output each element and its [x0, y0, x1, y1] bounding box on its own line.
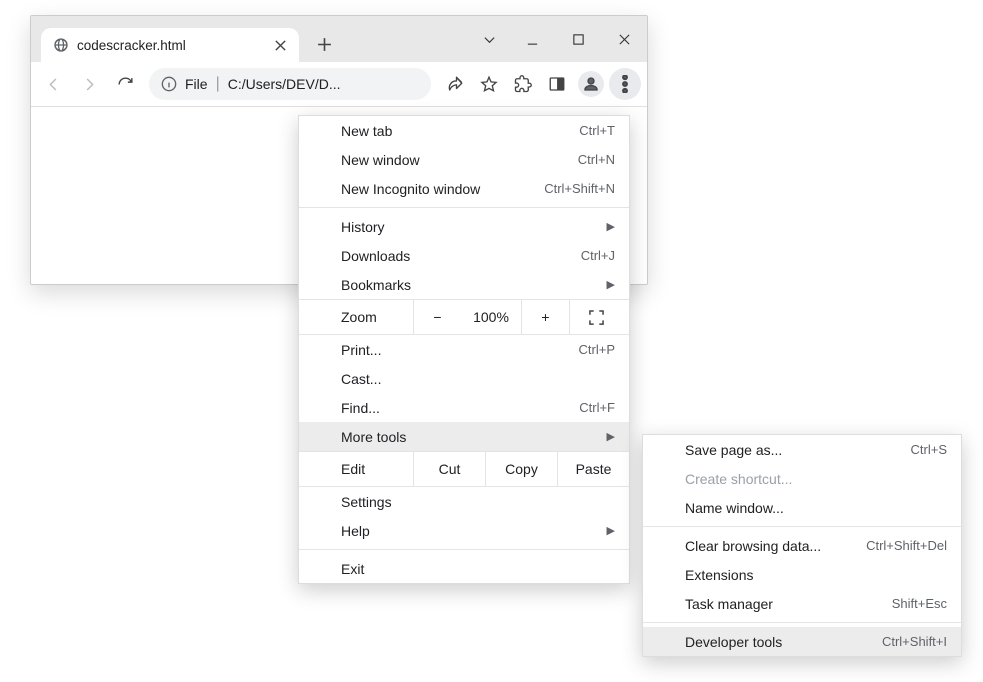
- extensions-button[interactable]: [507, 68, 539, 100]
- titlebar: codescracker.html: [31, 16, 647, 62]
- toolbar-right: [439, 68, 641, 100]
- edit-paste-button[interactable]: Paste: [557, 452, 629, 486]
- menu-downloads[interactable]: Downloads Ctrl+J: [299, 241, 629, 270]
- submenu-developer-tools[interactable]: Developer tools Ctrl+Shift+I: [643, 627, 961, 656]
- side-panel-icon: [548, 75, 566, 93]
- person-icon: [582, 75, 600, 93]
- reload-icon: [116, 75, 135, 94]
- fullscreen-icon: [589, 310, 604, 325]
- three-dots-icon: [616, 75, 634, 93]
- url-separator: |: [216, 75, 220, 93]
- chevron-down-button[interactable]: [469, 16, 509, 62]
- maximize-icon: [572, 33, 585, 46]
- menu-history[interactable]: History ▶: [299, 212, 629, 241]
- submenu-arrow-icon: ▶: [607, 278, 615, 291]
- menu-exit[interactable]: Exit: [299, 554, 629, 583]
- profile-button[interactable]: [575, 68, 607, 100]
- side-panel-button[interactable]: [541, 68, 573, 100]
- info-icon: [161, 76, 177, 92]
- menu-zoom: Zoom − 100% +: [299, 299, 629, 335]
- address-bar[interactable]: File | C:/Users/DEV/D...: [149, 68, 431, 100]
- menu-separator: [299, 549, 629, 550]
- close-icon: [274, 39, 287, 52]
- menu-separator: [643, 622, 961, 623]
- share-button[interactable]: [439, 68, 471, 100]
- forward-arrow-icon: [80, 75, 99, 94]
- tab-title: codescracker.html: [77, 38, 263, 53]
- submenu-extensions[interactable]: Extensions: [643, 560, 961, 589]
- globe-icon: [53, 37, 69, 53]
- back-button[interactable]: [37, 68, 69, 100]
- toolbar: File | C:/Users/DEV/D...: [31, 62, 647, 107]
- more-tools-submenu: Save page as... Ctrl+S Create shortcut..…: [642, 434, 962, 657]
- menu-print[interactable]: Print... Ctrl+P: [299, 335, 629, 364]
- zoom-out-button[interactable]: −: [413, 300, 461, 334]
- menu-more-tools[interactable]: More tools ▶: [299, 422, 629, 451]
- menu-bookmarks[interactable]: Bookmarks ▶: [299, 270, 629, 299]
- submenu-arrow-icon: ▶: [607, 430, 615, 443]
- chrome-menu: New tab Ctrl+T New window Ctrl+N New Inc…: [298, 115, 630, 584]
- chevron-down-icon: [483, 33, 496, 46]
- plus-icon: [317, 37, 332, 52]
- menu-new-window[interactable]: New window Ctrl+N: [299, 145, 629, 174]
- menu-new-tab[interactable]: New tab Ctrl+T: [299, 116, 629, 145]
- puzzle-icon: [514, 75, 532, 93]
- reload-button[interactable]: [109, 68, 141, 100]
- window-controls: [469, 16, 647, 62]
- forward-button[interactable]: [73, 68, 105, 100]
- submenu-create-shortcut: Create shortcut...: [643, 464, 961, 493]
- zoom-label: Zoom: [299, 309, 413, 325]
- menu-new-incognito[interactable]: New Incognito window Ctrl+Shift+N: [299, 174, 629, 203]
- new-tab-button[interactable]: [311, 31, 337, 57]
- minimize-button[interactable]: [509, 16, 555, 62]
- submenu-save-page[interactable]: Save page as... Ctrl+S: [643, 435, 961, 464]
- edit-label: Edit: [299, 461, 413, 477]
- bookmark-button[interactable]: [473, 68, 505, 100]
- submenu-clear-browsing-data[interactable]: Clear browsing data... Ctrl+Shift+Del: [643, 531, 961, 560]
- star-icon: [480, 75, 498, 93]
- menu-separator: [299, 207, 629, 208]
- menu-settings[interactable]: Settings: [299, 487, 629, 516]
- menu-find[interactable]: Find... Ctrl+F: [299, 393, 629, 422]
- menu-edit: Edit Cut Copy Paste: [299, 451, 629, 487]
- zoom-in-button[interactable]: +: [521, 300, 569, 334]
- close-window-button[interactable]: [601, 16, 647, 62]
- menu-help[interactable]: Help ▶: [299, 516, 629, 545]
- url-path: C:/Users/DEV/D...: [228, 76, 341, 92]
- menu-cast[interactable]: Cast...: [299, 364, 629, 393]
- chrome-menu-button[interactable]: [609, 68, 641, 100]
- back-arrow-icon: [44, 75, 63, 94]
- tab-active[interactable]: codescracker.html: [41, 28, 299, 62]
- url-scheme: File: [185, 76, 208, 92]
- minimize-icon: [526, 33, 539, 46]
- submenu-arrow-icon: ▶: [607, 524, 615, 537]
- fullscreen-button[interactable]: [569, 300, 623, 334]
- tab-close-button[interactable]: [271, 36, 289, 54]
- submenu-arrow-icon: ▶: [607, 220, 615, 233]
- submenu-name-window[interactable]: Name window...: [643, 493, 961, 522]
- maximize-button[interactable]: [555, 16, 601, 62]
- share-icon: [446, 75, 464, 93]
- submenu-task-manager[interactable]: Task manager Shift+Esc: [643, 589, 961, 618]
- zoom-percentage: 100%: [461, 309, 521, 325]
- edit-cut-button[interactable]: Cut: [413, 452, 485, 486]
- close-icon: [618, 33, 631, 46]
- edit-copy-button[interactable]: Copy: [485, 452, 557, 486]
- menu-separator: [643, 526, 961, 527]
